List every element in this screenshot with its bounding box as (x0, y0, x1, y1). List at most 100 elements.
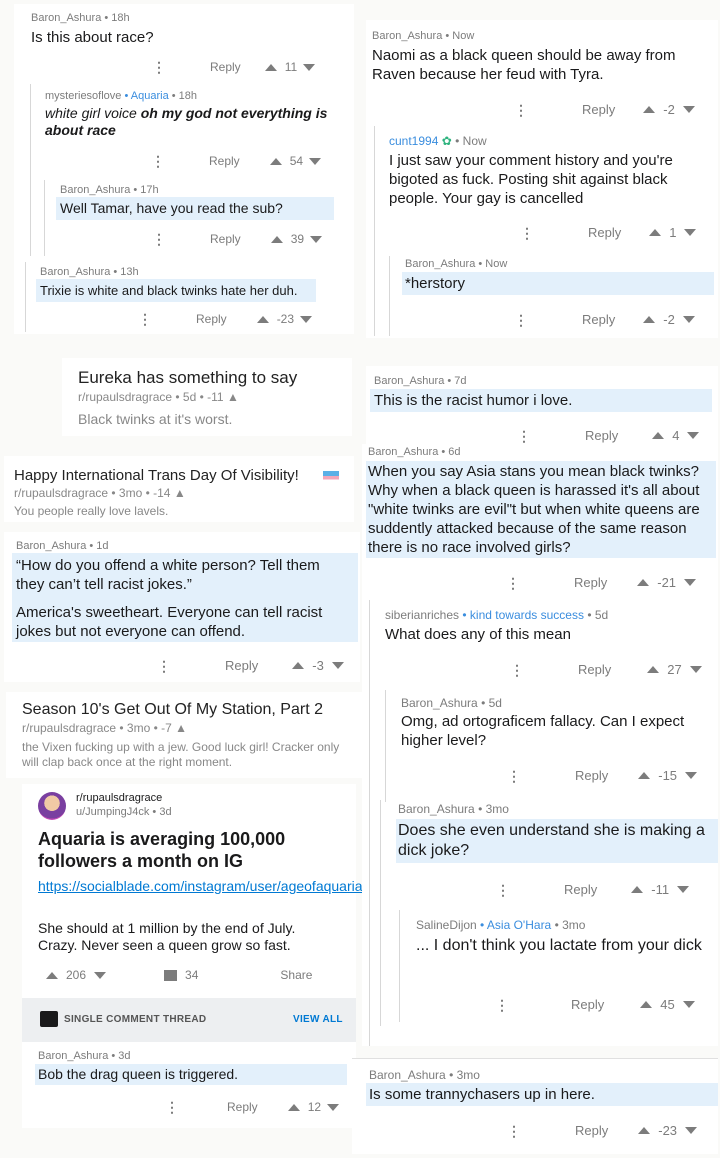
reply-button[interactable]: Reply (575, 768, 608, 783)
downvote-icon[interactable] (689, 666, 702, 673)
reply-button[interactable]: Reply (210, 232, 241, 246)
reply-button[interactable]: Reply (574, 575, 607, 590)
reply-button[interactable]: Reply (588, 225, 621, 240)
username[interactable]: Baron_Ashura (401, 696, 478, 710)
upvote-icon[interactable] (638, 1127, 651, 1134)
upvote-icon[interactable] (287, 1103, 300, 1111)
more-options-icon[interactable]: ⋮ (506, 576, 520, 590)
avatar[interactable] (38, 792, 66, 820)
more-options-icon[interactable]: ⋮ (510, 663, 524, 677)
downvote-icon[interactable] (682, 106, 695, 113)
username[interactable]: Baron_Ashura (38, 1050, 108, 1062)
username[interactable]: Baron_Ashura (372, 30, 442, 42)
reply-button[interactable]: Reply (227, 1100, 258, 1114)
more-options-icon[interactable]: ⋮ (152, 60, 166, 74)
downvote-icon[interactable] (94, 971, 107, 979)
username[interactable]: Baron_Ashura (40, 266, 110, 278)
comment-meta: SalineDijon • Asia O'Hara • 3mo (416, 918, 586, 932)
post-subreddit: r/rupaulsdragrace • 3mo • -7 ▲ (22, 721, 188, 735)
reply-button[interactable]: Reply (582, 102, 615, 117)
more-options-icon[interactable]: ⋮ (507, 769, 521, 783)
downvote-icon[interactable] (303, 63, 316, 71)
downvote-icon[interactable] (685, 1127, 698, 1134)
downvote-icon[interactable] (327, 1103, 340, 1111)
username[interactable]: mysteriesoflove (45, 90, 121, 102)
post-title[interactable]: Season 10's Get Out Of My Station, Part … (22, 701, 323, 719)
more-options-icon[interactable]: ⋮ (496, 883, 510, 897)
downvote-icon[interactable] (684, 229, 697, 236)
downvote-icon[interactable] (682, 1001, 695, 1008)
reply-button[interactable]: Reply (578, 662, 611, 677)
upvote-icon[interactable] (631, 886, 644, 893)
username[interactable]: Baron_Ashura (369, 1068, 446, 1082)
more-options-icon[interactable]: ⋮ (520, 226, 534, 240)
upvote-icon[interactable] (649, 229, 662, 236)
upvote-icon[interactable] (256, 315, 269, 323)
username[interactable]: Baron_Ashura (374, 375, 444, 387)
reply-button[interactable]: Reply (575, 1123, 608, 1138)
post-title[interactable]: Eureka has something to say (78, 368, 297, 388)
view-all-button[interactable]: VIEW ALL (293, 1014, 343, 1025)
username[interactable]: Baron_Ashura (16, 540, 86, 552)
comment-text: Is this about race? (31, 29, 154, 46)
downvote-icon[interactable] (684, 579, 697, 586)
post-title[interactable]: Happy International Trans Day Of Visibil… (14, 467, 299, 484)
reply-button[interactable]: Reply (209, 154, 240, 168)
reply-button[interactable]: Reply (582, 312, 615, 327)
upvote-icon[interactable] (640, 1001, 653, 1008)
username[interactable]: Baron_Ashura (31, 12, 101, 24)
upvote-icon[interactable] (643, 106, 656, 113)
more-options-icon[interactable]: ⋮ (514, 103, 528, 117)
downvote-icon[interactable] (687, 432, 700, 439)
more-options-icon[interactable]: ⋮ (151, 154, 165, 168)
more-options-icon[interactable]: ⋮ (495, 998, 509, 1012)
upvote-icon[interactable] (638, 772, 651, 779)
downvote-icon[interactable] (310, 235, 323, 243)
upvote-icon[interactable] (270, 235, 283, 243)
upvote-icon[interactable] (643, 316, 656, 323)
more-options-icon[interactable]: ⋮ (165, 1100, 179, 1114)
downvote-icon[interactable] (309, 157, 322, 165)
reply-button[interactable]: Reply (564, 882, 597, 897)
upvote-icon[interactable] (647, 666, 660, 673)
downvote-icon[interactable] (685, 772, 698, 779)
comment-icon[interactable] (164, 969, 178, 981)
upvote-icon[interactable] (46, 971, 58, 979)
reply-button[interactable]: Reply (225, 658, 258, 673)
upvote-icon[interactable] (637, 579, 650, 586)
reply-button[interactable]: Reply (571, 997, 604, 1012)
more-options-icon[interactable]: ⋮ (507, 1124, 521, 1138)
upvote-icon[interactable] (292, 662, 305, 669)
username[interactable]: Baron_Ashura (368, 446, 438, 458)
username[interactable]: Baron_Ashura (398, 802, 475, 816)
username[interactable]: cunt1994 (389, 134, 438, 148)
comment-quote: “How do you offend a white person? Tell … (16, 557, 320, 593)
downvote-icon[interactable] (682, 316, 695, 323)
reply-button[interactable]: Reply (196, 312, 227, 326)
card-subreddit[interactable]: r/rupaulsdragrace (76, 792, 162, 804)
username[interactable]: Baron_Ashura (60, 184, 130, 196)
downvote-icon[interactable] (300, 315, 313, 323)
card-user[interactable]: u/JumpingJ4ck • 3d (76, 806, 172, 818)
share-button[interactable]: Share (280, 968, 312, 982)
upvote-icon[interactable] (264, 63, 277, 71)
more-options-icon[interactable]: ⋮ (138, 312, 152, 326)
comment-actions: ⋮ Reply -11 (496, 882, 690, 897)
score: 1 (669, 225, 677, 240)
username[interactable]: siberianriches (385, 608, 459, 622)
upvote-icon[interactable] (269, 157, 282, 165)
reply-button[interactable]: Reply (585, 428, 618, 443)
more-options-icon[interactable]: ⋮ (157, 659, 171, 673)
more-options-icon[interactable]: ⋮ (514, 313, 528, 327)
card-title[interactable]: Aquaria is averaging 100,000 followers a… (38, 828, 338, 872)
reply-button[interactable]: Reply (210, 60, 241, 74)
upvote-icon[interactable] (652, 432, 665, 439)
downvote-icon[interactable] (677, 886, 690, 893)
more-options-icon[interactable]: ⋮ (517, 429, 531, 443)
card-link[interactable]: https://socialblade.com/instagram/user/a… (38, 878, 363, 895)
username[interactable]: SalineDijon (416, 918, 477, 932)
comment-text: This is the racist humor i love. (370, 389, 712, 412)
downvote-icon[interactable] (331, 662, 344, 669)
more-options-icon[interactable]: ⋮ (152, 232, 166, 246)
username[interactable]: Baron_Ashura (405, 258, 475, 270)
